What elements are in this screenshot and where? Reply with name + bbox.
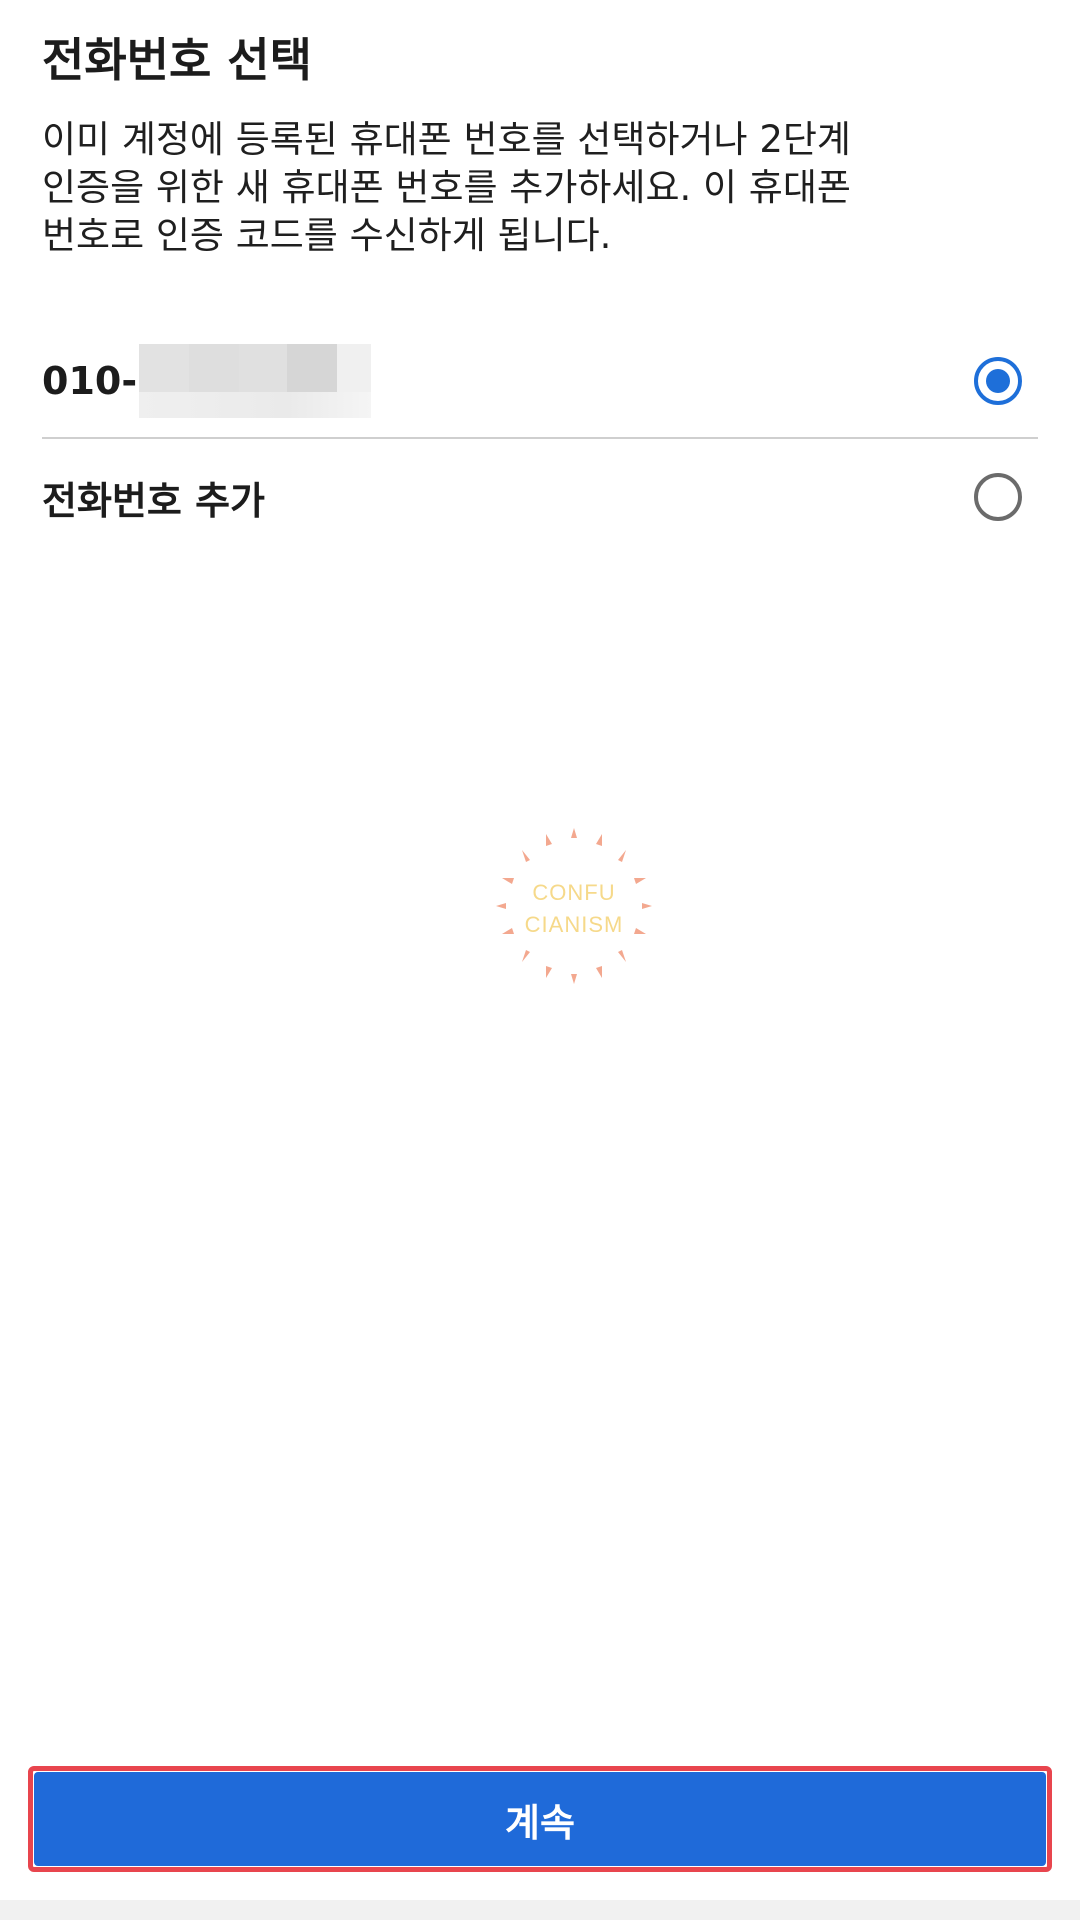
phone-option-label: 010- [42,344,372,418]
watermark-rays-icon [496,828,652,984]
page-title: 전화번호 선택 [42,33,312,87]
phone-option-add[interactable]: 전화번호 추가 [42,452,1038,542]
bottom-bar [0,1900,1080,1920]
add-phone-label: 전화번호 추가 [42,478,265,523]
watermark-text-line1: CONFU [532,880,616,905]
masked-phone-number [139,344,372,418]
phone-number-prefix: 010- [42,359,138,403]
description-line-2: 인증을 위한 새 휴대폰 번호를 추가하세요. 이 휴대폰 [42,166,851,209]
watermark-text-line2: CIANISM [524,912,624,937]
radio-selected-icon[interactable] [974,357,1022,405]
radio-unselected-icon[interactable] [974,473,1022,521]
divider [42,437,1038,439]
continue-button[interactable]: 계속 [34,1772,1046,1866]
phone-option-existing[interactable]: 010- [42,336,1038,426]
description-text: 이미 계정에 등록된 휴대폰 번호를 선택하거나 2단계 인증을 위한 새 휴대… [42,116,902,260]
description-line-1: 이미 계정에 등록된 휴대폰 번호를 선택하거나 2단계 [42,118,851,161]
watermark-logo: CONFU CIANISM [494,826,654,986]
description-line-3: 번호로 인증 코드를 수신하게 됩니다. [42,214,612,257]
